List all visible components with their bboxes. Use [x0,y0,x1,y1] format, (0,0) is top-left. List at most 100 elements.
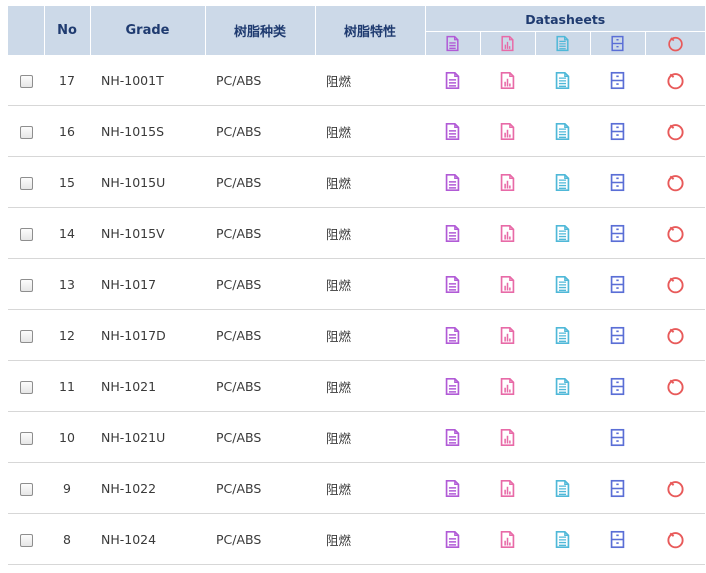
row-checkbox[interactable] [19,380,33,394]
document-purple-icon[interactable] [443,377,462,395]
document-cyan-icon[interactable] [553,122,572,140]
datasheet-table: No Grade 树脂种类 树脂特性 Datasheets 17 NH-1001T… [8,6,706,565]
row-resin-type: PC/ABS [205,309,315,361]
chart-doc-pink-icon [499,35,516,51]
row-checkbox[interactable] [19,329,33,343]
chart-doc-pink-icon[interactable] [498,71,517,89]
circle-red-icon[interactable] [666,276,685,293]
document-purple-icon[interactable] [443,326,462,344]
chart-doc-pink-icon[interactable] [498,122,517,140]
row-checkbox[interactable] [19,227,33,241]
row-datasheet-cell-3 [535,513,590,565]
row-datasheet-cell-1 [425,462,480,514]
row-resin-type: PC/ABS [205,258,315,310]
row-no: 9 [44,462,90,514]
document-purple-icon[interactable] [443,71,462,89]
document-purple-icon[interactable] [443,122,462,140]
row-datasheet-cell-5 [645,207,706,259]
row-datasheet-cell-4 [590,105,645,157]
cabinet-blue-icon[interactable] [608,71,627,89]
cabinet-blue-icon[interactable] [608,173,627,191]
row-resin-type: PC/ABS [205,55,315,106]
circle-red-icon[interactable] [666,225,685,242]
row-datasheet-cell-2 [480,258,535,310]
row-datasheet-cell-3 [535,309,590,361]
row-no: 10 [44,411,90,463]
chart-doc-pink-icon[interactable] [498,530,517,548]
table-row: 16 NH-1015S PC/ABS 阻燃 [8,105,706,157]
row-datasheet-cell-1 [425,360,480,412]
cabinet-blue-icon[interactable] [608,377,627,395]
document-purple-icon[interactable] [443,173,462,191]
row-datasheet-cell-3 [535,411,590,463]
row-checkbox[interactable] [19,176,33,190]
chart-doc-pink-icon[interactable] [498,479,517,497]
row-datasheet-cell-3 [535,156,590,208]
row-datasheet-cell-1 [425,309,480,361]
row-checkbox[interactable] [19,482,33,496]
document-purple-icon[interactable] [443,479,462,497]
document-cyan-icon[interactable] [553,530,572,548]
row-datasheet-cell-4 [590,360,645,412]
document-purple-icon[interactable] [443,428,462,446]
row-no: 16 [44,105,90,157]
table-body: 17 NH-1001T PC/ABS 阻燃 16 NH-1015S PC/ABS 阻燃 15 NH… [8,55,706,565]
circle-red-icon[interactable] [666,378,685,395]
row-datasheet-cell-2 [480,360,535,412]
circle-red-icon[interactable] [666,531,685,548]
cabinet-blue-icon[interactable] [608,122,627,140]
row-no: 13 [44,258,90,310]
row-checkbox[interactable] [19,431,33,445]
row-datasheet-cell-5 [645,462,706,514]
table-row: 12 NH-1017D PC/ABS 阻燃 [8,309,706,361]
cabinet-blue-icon[interactable] [608,224,627,242]
cabinet-blue-icon[interactable] [608,479,627,497]
row-checkbox[interactable] [19,278,33,292]
document-cyan-icon[interactable] [553,377,572,395]
chart-doc-pink-icon[interactable] [498,173,517,191]
circle-red-icon[interactable] [666,72,685,89]
row-datasheet-cell-1 [425,156,480,208]
circle-red-icon[interactable] [666,327,685,344]
circle-red-icon[interactable] [666,480,685,497]
cabinet-blue-icon[interactable] [608,275,627,293]
table-header: No Grade 树脂种类 树脂特性 Datasheets [8,6,706,55]
table-row: 13 NH-1017 PC/ABS 阻燃 [8,258,706,310]
row-checkbox[interactable] [19,74,33,88]
header-resin-type: 树脂种类 [205,6,316,55]
cabinet-blue-icon[interactable] [608,428,627,446]
row-datasheet-cell-2 [480,105,535,157]
header-datasheet-col-3 [535,30,591,55]
row-grade: NH-1021 [90,360,205,412]
document-cyan-icon[interactable] [553,275,572,293]
document-cyan-icon[interactable] [553,173,572,191]
document-cyan-icon[interactable] [553,71,572,89]
row-datasheet-cell-3 [535,258,590,310]
document-cyan-icon[interactable] [553,479,572,497]
chart-doc-pink-icon[interactable] [498,326,517,344]
circle-red-icon[interactable] [666,123,685,140]
chart-doc-pink-icon[interactable] [498,428,517,446]
row-datasheet-cell-2 [480,411,535,463]
row-datasheet-cell-3 [535,105,590,157]
row-checkbox[interactable] [19,533,33,547]
document-purple-icon[interactable] [443,530,462,548]
document-cyan-icon[interactable] [553,326,572,344]
row-datasheet-cell-1 [425,207,480,259]
chart-doc-pink-icon[interactable] [498,224,517,242]
document-purple-icon[interactable] [443,224,462,242]
document-cyan-icon[interactable] [553,224,572,242]
row-resin-type: PC/ABS [205,462,315,514]
row-no: 14 [44,207,90,259]
document-purple-icon[interactable] [443,275,462,293]
row-checkbox[interactable] [19,125,33,139]
chart-doc-pink-icon[interactable] [498,377,517,395]
row-datasheet-cell-5 [645,55,706,106]
chart-doc-pink-icon[interactable] [498,275,517,293]
cabinet-blue-icon[interactable] [608,530,627,548]
row-no: 17 [44,55,90,106]
header-datasheet-col-1 [425,30,481,55]
row-resin-property: 阻燃 [315,411,425,463]
cabinet-blue-icon[interactable] [608,326,627,344]
circle-red-icon[interactable] [666,174,685,191]
